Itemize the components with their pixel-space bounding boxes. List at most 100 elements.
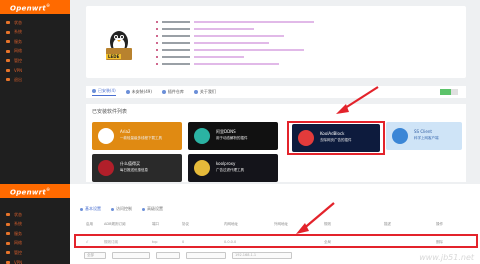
tab-label: 已安装(4) xyxy=(98,88,116,93)
select-input[interactable] xyxy=(112,252,150,259)
brand-logo[interactable]: Openwrt® xyxy=(0,184,70,198)
sidebar-menu: 状态系统 服务 网络 管控 VPN xyxy=(0,198,70,264)
sidebar-item[interactable]: 退出 xyxy=(0,75,70,85)
sidebar: Openwrt® 状态 系统服务 网络管控 VPN 退出 xyxy=(0,0,70,184)
sidebar-item[interactable]: 状态 xyxy=(0,210,70,220)
sidebar-item-label: 管控 xyxy=(14,57,22,63)
sidebar-item-label: 网络 xyxy=(14,48,22,54)
plugin-tabbar: 已安装(4) 未安装(49) 插件仓库 关于我们 xyxy=(86,86,466,98)
device-info-lines xyxy=(156,18,314,67)
plugin-subtitle: 一款轻量级多线程下载工具 xyxy=(120,136,162,140)
progress-fill xyxy=(440,89,451,95)
tab-repository[interactable]: 插件仓库 xyxy=(161,89,184,95)
watermark: www.jb51.net xyxy=(419,253,474,262)
select-input[interactable]: 192.168.1.1 xyxy=(232,252,292,259)
sidebar-item[interactable]: 网络 xyxy=(0,239,70,249)
sidebar-item[interactable]: 网络 xyxy=(0,47,70,57)
menu-icon xyxy=(6,251,10,255)
tab-about[interactable]: 关于我们 xyxy=(193,89,216,95)
brand-name: Openwrt xyxy=(10,4,47,13)
tab-label: 高级设置 xyxy=(147,206,163,211)
sidebar-item[interactable]: 服务 xyxy=(0,229,70,239)
tab-label: 关于我们 xyxy=(199,89,216,94)
red-arrow-icon xyxy=(296,202,335,234)
menu-icon xyxy=(6,49,10,53)
sidebar-item[interactable]: VPN xyxy=(0,66,70,76)
plugin-subtitle: 科学上网客户端 xyxy=(414,136,439,140)
sidebar-item-label: VPN xyxy=(14,67,23,73)
sidebar-item[interactable]: 系统 xyxy=(0,28,70,38)
tab-label: 基本设置 xyxy=(85,206,101,211)
tab-label: 插件仓库 xyxy=(167,89,184,94)
tab-access-control[interactable]: 访问控制 xyxy=(111,206,132,212)
sidebar-item[interactable]: 状态 xyxy=(0,18,70,28)
sidebar-item[interactable]: 服务 xyxy=(0,37,70,47)
bottom-screen: Openwrt® 状态系统 服务 网络 管控 VPN 基本设置 访问控制 高级设置 启用… xyxy=(0,184,480,264)
menu-icon xyxy=(6,232,10,236)
plugin-title: 什么值得买 xyxy=(120,161,140,166)
info-line xyxy=(156,32,314,39)
tab-icon xyxy=(92,89,96,93)
sidebar-item[interactable]: 系统 xyxy=(0,220,70,230)
info-line xyxy=(156,39,314,46)
menu-icon xyxy=(6,222,10,226)
plugin-tile[interactable]: 什么值得买 每日推送优惠信息 xyxy=(92,154,182,182)
select-input[interactable] xyxy=(186,252,226,259)
sidebar-item-label: 管控 xyxy=(14,249,22,255)
plugin-title: SS Client xyxy=(414,129,432,134)
tab-icon xyxy=(80,207,83,211)
main-content: LEDE 已安装(4) 未安装(49) 插件仓库 关于我们 已安装软件列表 Ar… xyxy=(76,0,480,184)
device-logo-text: LEDE xyxy=(106,54,122,59)
select-input[interactable] xyxy=(156,252,180,259)
top-screen: Openwrt® 状态 系统 服务 网络 管控 VPN 退出 LEDE 已安装(… xyxy=(0,0,480,184)
plugin-title: 阿里DDNS xyxy=(216,129,236,134)
aria2-icon xyxy=(98,128,114,144)
menu-icon xyxy=(6,59,10,63)
sidebar-menu: 状态 系统服务 网络管控 VPN 退出 xyxy=(0,14,70,85)
sidebar-item[interactable]: VPN xyxy=(0,258,70,264)
menu-icon xyxy=(6,30,10,34)
column-header: 启用 xyxy=(86,222,93,226)
device-info-card: LEDE xyxy=(86,6,466,78)
plugin-tile[interactable]: SS Client 科学上网客户端 xyxy=(386,122,462,150)
plugin-tile[interactable]: Aria2 一款轻量级多线程下载工具 xyxy=(92,122,182,150)
plugin-tile[interactable]: koolproxy 广告过滤代理工具 xyxy=(188,154,278,182)
ddns-icon xyxy=(194,128,210,144)
info-line xyxy=(156,53,314,60)
tab-basic-settings[interactable]: 基本设置 xyxy=(80,206,101,212)
column-header: 操作 xyxy=(436,222,443,226)
row-inputs: 全部 192.168.1.1 xyxy=(84,252,292,259)
installed-panel: 已安装软件列表 Aria2 一款轻量级多线程下载工具 阿里DDNS 用于动态解析的插件… xyxy=(86,104,466,182)
sidebar-item-label: 系统 xyxy=(14,29,22,35)
plugin-tile[interactable]: 阿里DDNS 用于动态解析的插件 xyxy=(188,122,278,150)
menu-icon xyxy=(6,78,10,82)
tab-label: 访问控制 xyxy=(116,206,132,211)
brand-name: Openwrt xyxy=(10,188,47,197)
menu-icon xyxy=(6,21,10,25)
column-header: 协议 xyxy=(182,222,189,226)
column-header: 内网地址 xyxy=(224,222,238,226)
info-line xyxy=(156,25,314,32)
sidebar-item-label: 状态 xyxy=(14,211,22,217)
tab-installed[interactable]: 已安装(4) xyxy=(92,88,116,96)
smzdm-icon xyxy=(98,160,114,176)
plugin-title: koolproxy xyxy=(216,161,236,166)
plugin-subtitle: 广告过滤代理工具 xyxy=(216,168,244,172)
tab-label: 未安装(49) xyxy=(131,89,152,94)
tab-icon xyxy=(111,207,114,211)
info-line xyxy=(156,60,314,67)
sidebar-item[interactable]: 管控 xyxy=(0,248,70,258)
sidebar: Openwrt® 状态系统 服务 网络 管控 VPN xyxy=(0,184,70,264)
column-header: 描述 xyxy=(384,222,391,226)
tab-icon xyxy=(142,207,145,211)
select-input[interactable]: 全部 xyxy=(84,252,106,259)
table-header: 启用 ADB规则订阅 端口 协议 内网地址 外网地址 规则 描述 操作 xyxy=(84,222,474,228)
sidebar-item[interactable]: 管控 xyxy=(0,56,70,66)
tab-advanced-settings[interactable]: 高级设置 xyxy=(142,206,163,212)
settings-tabs: 基本设置 访问控制 高级设置 xyxy=(80,206,163,212)
plugin-title: Aria2 xyxy=(120,129,131,134)
panel-title: 已安装软件列表 xyxy=(92,109,128,115)
brand-logo[interactable]: Openwrt® xyxy=(0,0,70,14)
tab-not-installed[interactable]: 未安装(49) xyxy=(125,89,152,95)
menu-icon xyxy=(6,260,10,264)
